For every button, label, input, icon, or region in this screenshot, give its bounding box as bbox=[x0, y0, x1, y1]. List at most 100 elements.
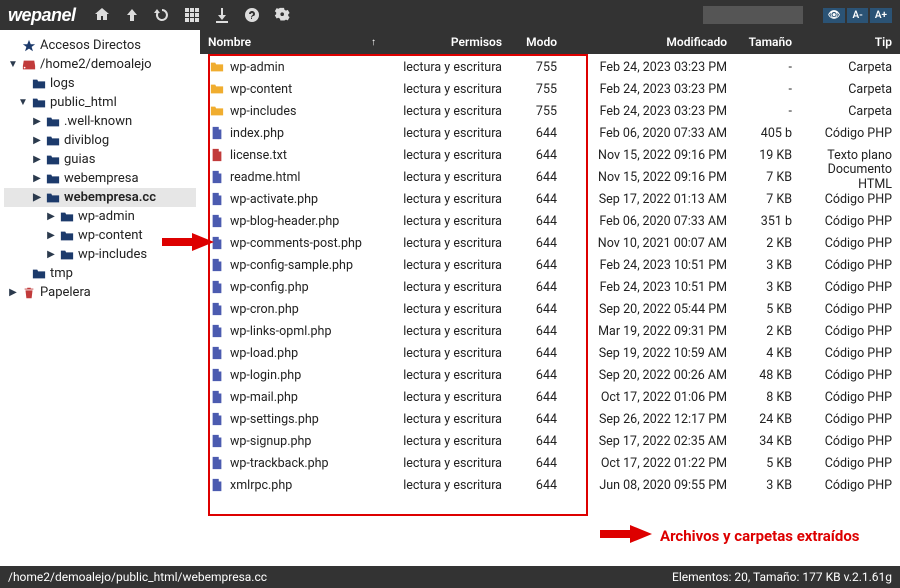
download-icon[interactable] bbox=[214, 7, 230, 23]
col-name-header[interactable]: Nombre ↑ bbox=[200, 35, 390, 49]
file-name: index.php bbox=[230, 126, 284, 141]
home-icon[interactable] bbox=[94, 7, 110, 23]
help-icon[interactable] bbox=[244, 7, 260, 23]
sidebar-item[interactable]: ▶wp-admin bbox=[4, 207, 196, 226]
file-icon bbox=[210, 434, 224, 448]
sidebar-item[interactable]: ▼/home2/demoalejo bbox=[4, 55, 196, 74]
table-row[interactable]: readme.htmllectura y escritura644Nov 15,… bbox=[200, 166, 900, 188]
sidebar-item-label: Papelera bbox=[40, 285, 91, 300]
refresh-icon[interactable] bbox=[154, 7, 170, 23]
col-size-header[interactable]: Tamaño bbox=[735, 35, 800, 49]
folder-icon bbox=[46, 172, 60, 186]
sidebar-item[interactable]: ▶.well-known bbox=[4, 112, 196, 131]
sidebar-arrow-icon bbox=[162, 228, 214, 256]
col-mod-header[interactable]: Modificado bbox=[565, 35, 735, 49]
file-size: 2 KB bbox=[735, 236, 800, 251]
table-row[interactable]: wp-links-opml.phplectura y escritura644M… bbox=[200, 320, 900, 342]
table-row[interactable]: wp-includeslectura y escritura755Feb 24,… bbox=[200, 100, 900, 122]
file-perm: lectura y escritura bbox=[390, 60, 510, 75]
caret-icon: ▶ bbox=[32, 173, 42, 184]
sidebar-item[interactable]: ▶guias bbox=[4, 150, 196, 169]
table-row[interactable]: wp-config.phplectura y escritura644Feb 2… bbox=[200, 276, 900, 298]
file-mode: 644 bbox=[510, 258, 565, 273]
sidebar-item[interactable]: logs bbox=[4, 74, 196, 93]
status-info: Elementos: 20, Tamaño: 177 KB v.2.1.61g bbox=[672, 570, 892, 584]
table-row[interactable]: wp-login.phplectura y escritura644Sep 20… bbox=[200, 364, 900, 386]
file-modified: Feb 06, 2020 07:33 AM bbox=[565, 214, 735, 229]
table-row[interactable]: wp-contentlectura y escritura755Feb 24, … bbox=[200, 78, 900, 100]
file-modified: Sep 17, 2022 01:13 AM bbox=[565, 192, 735, 207]
file-name: wp-includes bbox=[230, 104, 296, 119]
file-size: 34 KB bbox=[735, 434, 800, 449]
sidebar-item[interactable]: ▼ public_html bbox=[4, 93, 196, 112]
file-icon bbox=[210, 390, 224, 404]
table-row[interactable]: wp-mail.phplectura y escritura644Oct 17,… bbox=[200, 386, 900, 408]
file-mode: 644 bbox=[510, 434, 565, 449]
caret-icon: ▼ bbox=[18, 97, 28, 108]
table-row[interactable]: wp-blog-header.phplectura y escritura644… bbox=[200, 210, 900, 232]
file-icon bbox=[210, 258, 224, 272]
table-row[interactable]: wp-cron.phplectura y escritura644Sep 20,… bbox=[200, 298, 900, 320]
file-size: 2 KB bbox=[735, 324, 800, 339]
file-mode: 644 bbox=[510, 192, 565, 207]
file-type: Código PHP bbox=[800, 302, 900, 317]
folder-icon bbox=[32, 267, 46, 281]
file-type: Carpeta bbox=[800, 60, 900, 75]
search-input[interactable] bbox=[703, 6, 803, 24]
table-body[interactable]: wp-adminlectura y escritura755Feb 24, 20… bbox=[200, 54, 900, 566]
table-row[interactable]: wp-settings.phplectura y escritura644Sep… bbox=[200, 408, 900, 430]
up-icon[interactable] bbox=[124, 7, 140, 23]
file-type: Carpeta bbox=[800, 82, 900, 97]
folder-icon bbox=[210, 82, 224, 96]
file-type: Código PHP bbox=[800, 236, 900, 251]
file-size: 24 KB bbox=[735, 412, 800, 427]
file-size: 7 KB bbox=[735, 192, 800, 207]
file-name: wp-config-sample.php bbox=[230, 258, 353, 273]
table-row[interactable]: wp-config-sample.phplectura y escritura6… bbox=[200, 254, 900, 276]
settings-icon[interactable] bbox=[274, 7, 290, 23]
font-increase-button[interactable]: A+ bbox=[870, 8, 892, 23]
table-row[interactable]: wp-comments-post.phplectura y escritura6… bbox=[200, 232, 900, 254]
file-type: Código PHP bbox=[800, 258, 900, 273]
file-icon bbox=[210, 126, 224, 140]
caret-icon: ▶ bbox=[46, 249, 56, 260]
file-mode: 644 bbox=[510, 478, 565, 493]
col-mode-header[interactable]: Modo bbox=[510, 35, 565, 49]
file-perm: lectura y escritura bbox=[390, 214, 510, 229]
file-mode: 644 bbox=[510, 346, 565, 361]
star-icon bbox=[22, 39, 36, 53]
file-modified: Feb 24, 2023 10:51 PM bbox=[565, 258, 735, 273]
view-toggle-button[interactable]: 👁 bbox=[823, 8, 846, 23]
sidebar-item[interactable]: ▶webempresa bbox=[4, 169, 196, 188]
annotation-arrow-icon bbox=[596, 520, 656, 548]
table-row[interactable]: wp-signup.phplectura y escritura644Sep 1… bbox=[200, 430, 900, 452]
file-type: Código PHP bbox=[800, 390, 900, 405]
col-perm-header[interactable]: Permisos bbox=[390, 35, 510, 49]
sidebar-item[interactable]: ▶webempresa.cc bbox=[4, 188, 196, 207]
table-row[interactable]: license.txtlectura y escritura644Nov 15,… bbox=[200, 144, 900, 166]
file-type: Código PHP bbox=[800, 192, 900, 207]
file-name: wp-settings.php bbox=[230, 412, 319, 427]
font-decrease-button[interactable]: A- bbox=[847, 8, 867, 23]
sidebar-item-label: public_html bbox=[50, 95, 117, 110]
sidebar-item[interactable]: ▶diviblog bbox=[4, 131, 196, 150]
file-pane: Nombre ↑ Permisos Modo Modificado Tamaño… bbox=[200, 30, 900, 566]
file-modified: Feb 24, 2023 03:23 PM bbox=[565, 82, 735, 97]
sort-arrow-icon: ↑ bbox=[371, 37, 376, 48]
col-type-header[interactable]: Tip bbox=[800, 35, 900, 49]
table-row[interactable]: wp-trackback.phplectura y escritura644Oc… bbox=[200, 452, 900, 474]
sidebar-item[interactable]: tmp bbox=[4, 264, 196, 283]
grid-icon[interactable] bbox=[184, 7, 200, 23]
table-row[interactable]: xmlrpc.phplectura y escritura644Jun 08, … bbox=[200, 474, 900, 496]
table-row[interactable]: wp-adminlectura y escritura755Feb 24, 20… bbox=[200, 56, 900, 78]
sidebar-item[interactable]: Accesos Directos bbox=[4, 36, 196, 55]
sidebar-item[interactable]: ▶Papelera bbox=[4, 283, 196, 302]
file-name: wp-mail.php bbox=[230, 390, 298, 405]
table-row[interactable]: wp-activate.phplectura y escritura644Sep… bbox=[200, 188, 900, 210]
table-row[interactable]: wp-load.phplectura y escritura644Sep 19,… bbox=[200, 342, 900, 364]
file-size: 3 KB bbox=[735, 280, 800, 295]
sidebar-item-label: diviblog bbox=[64, 133, 109, 148]
status-bar: /home2/demoalejo/public_html/webempresa.… bbox=[0, 566, 900, 588]
file-modified: Feb 24, 2023 03:23 PM bbox=[565, 104, 735, 119]
table-row[interactable]: index.phplectura y escritura644Feb 06, 2… bbox=[200, 122, 900, 144]
